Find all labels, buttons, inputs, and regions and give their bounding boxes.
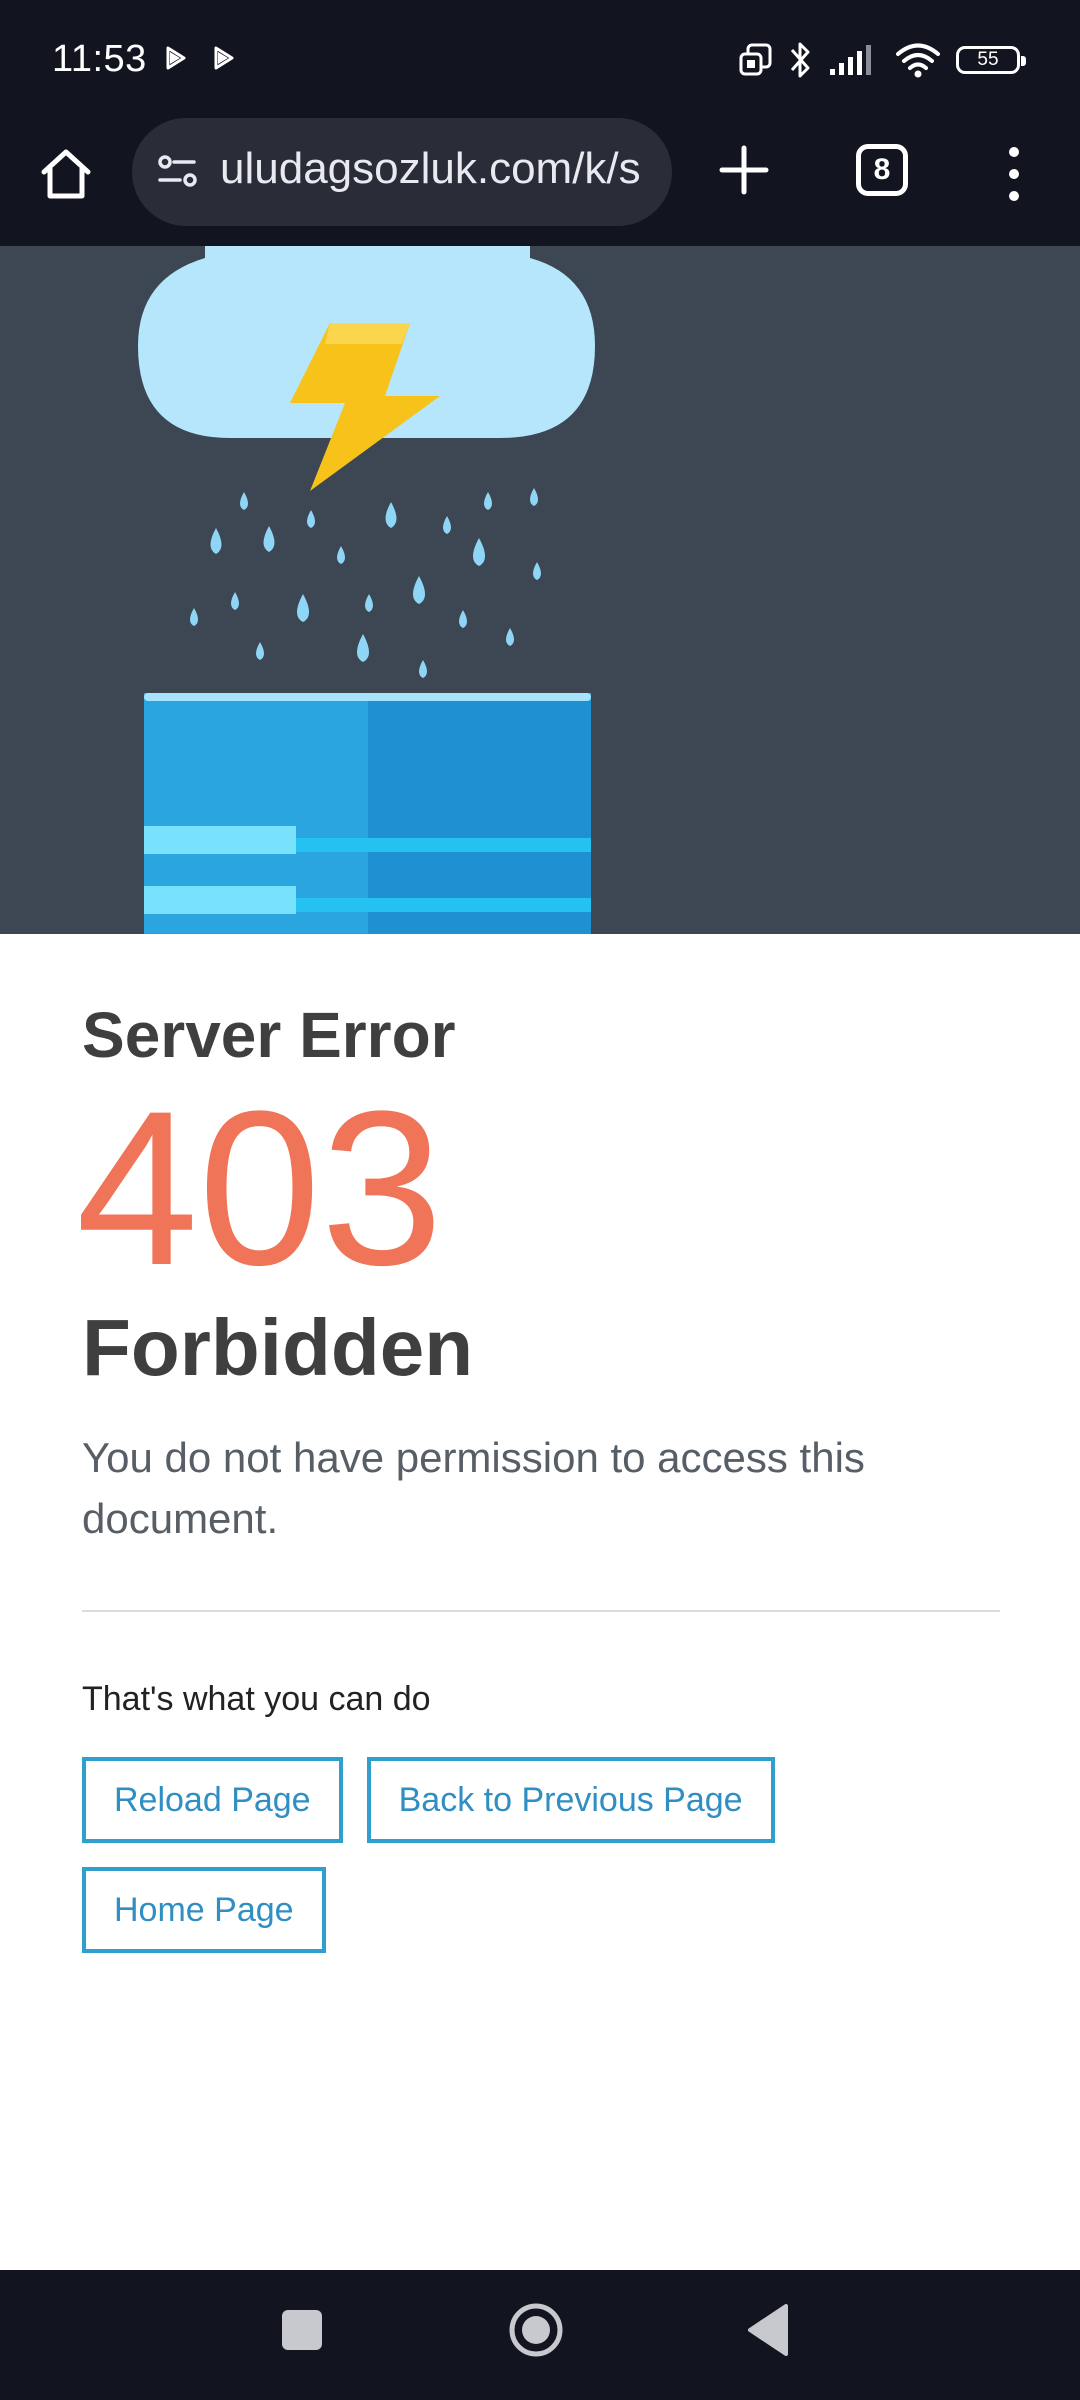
error-content: Server Error 403 Forbidden You do not ha… — [76, 999, 1002, 1954]
status-time: 11:53 — [52, 38, 147, 80]
recent-apps-icon[interactable] — [282, 2310, 322, 2350]
error-description: You do not have permission to access thi… — [82, 1434, 865, 1543]
new-tab-icon[interactable] — [712, 138, 776, 202]
error-title: Forbidden — [82, 1303, 474, 1393]
battery-level: 55 — [977, 49, 999, 70]
back-triangle-icon[interactable] — [744, 2300, 790, 2360]
wifi-icon — [896, 43, 940, 78]
divider — [82, 1610, 1000, 1613]
tabs-icon[interactable]: 8 — [856, 144, 908, 196]
tab-count: 8 — [873, 153, 891, 186]
browser-toolbar: uludagsozluk.com/k/s 8 — [0, 118, 1080, 246]
actions-title: That's what you can do — [82, 1680, 431, 1719]
home-icon[interactable] — [34, 142, 98, 206]
screen-mirror-icon — [739, 43, 772, 76]
home-circle-icon[interactable] — [508, 2302, 564, 2358]
play-icon — [214, 46, 234, 70]
action-buttons: Reload Page Back to Previous Page Home P… — [82, 1757, 1002, 1954]
battery-icon: 55 — [956, 46, 1026, 74]
back-to-previous-page-button[interactable]: Back to Previous Page — [366, 1757, 775, 1844]
home-page-button[interactable]: Home Page — [82, 1867, 326, 1954]
reload-page-button[interactable]: Reload Page — [82, 1757, 343, 1844]
signal-icon — [830, 45, 871, 75]
play-icon — [166, 46, 186, 70]
storm-server-illustration — [138, 246, 595, 934]
status-bar: 11:53 55 — [0, 0, 1080, 118]
bluetooth-icon — [790, 42, 810, 78]
url-text[interactable]: uludagsozluk.com/k/s — [220, 144, 660, 194]
error-heading: Server Error — [82, 999, 456, 1071]
more-menu-icon[interactable] — [996, 142, 1032, 206]
system-nav-bar — [0, 2270, 1080, 2400]
error-illustration — [0, 246, 1080, 934]
site-settings-icon[interactable] — [154, 148, 202, 196]
error-code: 403 — [76, 1065, 444, 1312]
status-icons: 55 — [738, 36, 1026, 84]
url-bar[interactable]: uludagsozluk.com/k/s — [132, 118, 672, 226]
